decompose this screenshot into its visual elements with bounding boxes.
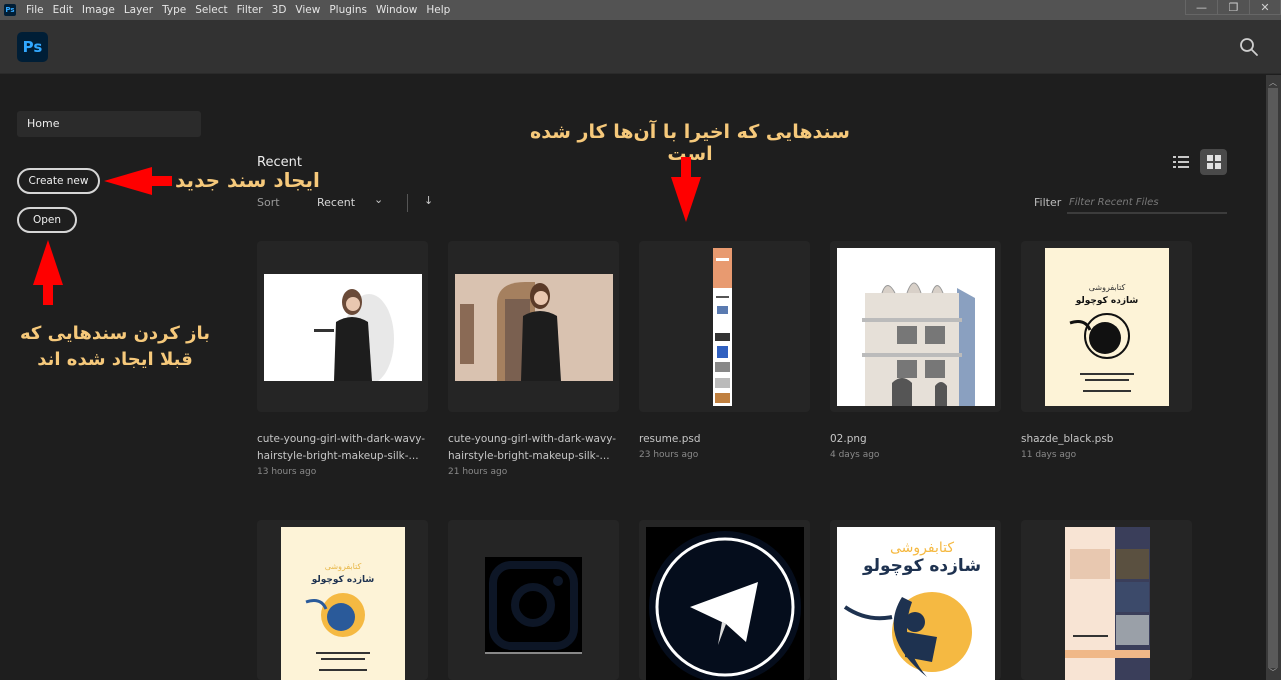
- scroll-down-icon[interactable]: ﹀: [1269, 667, 1277, 678]
- thumbnail-girl-white: [264, 274, 422, 381]
- thumb-text-title: کتابفروشی: [1089, 283, 1126, 292]
- thumbnail-bookstore-logo: کتابفروشی شازده کوچولو: [837, 527, 995, 680]
- sort-direction-icon[interactable]: ↓: [424, 194, 433, 207]
- scrollbar-thumb[interactable]: [1268, 88, 1278, 668]
- file-card-2[interactable]: [448, 241, 619, 412]
- file-card-10[interactable]: [1021, 520, 1192, 680]
- window-controls: — ❐ ✕: [1185, 0, 1281, 20]
- file-name[interactable]: shazde_black.psb: [1021, 431, 1196, 448]
- thumb-text-title: کتابفروشی: [325, 562, 362, 571]
- file-time: 21 hours ago: [448, 467, 508, 477]
- thumbnail-bookstore-color: کتابفروشی شازده کوچولو: [281, 527, 405, 680]
- file-card-4[interactable]: [830, 241, 1001, 412]
- file-name[interactable]: 02.png: [830, 431, 1005, 448]
- file-name-line1: cute-young-girl-with-dark-wavy-: [448, 433, 617, 445]
- annotation-arrow-down-icon: [671, 157, 701, 222]
- photoshop-logo[interactable]: Ps: [17, 32, 48, 62]
- menu-view[interactable]: View: [295, 4, 320, 16]
- minimize-button[interactable]: —: [1185, 0, 1217, 15]
- sidebar-item-home[interactable]: Home: [17, 111, 201, 137]
- file-card-1[interactable]: [257, 241, 428, 412]
- file-card-5[interactable]: کتابفروشی شازده کوچولو: [1021, 241, 1192, 412]
- menu-help[interactable]: Help: [426, 4, 450, 16]
- menu-type[interactable]: Type: [162, 4, 186, 16]
- sort-label: Sort: [257, 196, 280, 209]
- scroll-up-icon[interactable]: ︿: [1269, 77, 1277, 88]
- file-card-8[interactable]: [639, 520, 810, 680]
- file-name-line2: hairstyle-bright-makeup-silk-...: [257, 450, 419, 462]
- thumb-text-name: شازده کوچولو: [311, 575, 375, 585]
- file-name[interactable]: resume.psd: [639, 431, 814, 448]
- menu-window[interactable]: Window: [376, 4, 417, 16]
- annotation-arrow-up-icon: [33, 240, 63, 305]
- sort-dropdown[interactable]: Recent: [317, 196, 355, 209]
- file-time: 4 days ago: [830, 450, 880, 460]
- thumb-text-name: شازده کوچولو: [862, 556, 981, 576]
- thumbnail-telegram: [646, 527, 804, 680]
- sort-divider: [407, 194, 408, 212]
- file-time: 11 days ago: [1021, 450, 1077, 460]
- file-card-3[interactable]: [639, 241, 810, 412]
- file-name[interactable]: cute-young-girl-with-dark-wavy-hairstyle…: [257, 431, 432, 465]
- thumbnail-building: [837, 248, 995, 406]
- ps-app-icon[interactable]: Ps: [4, 4, 16, 16]
- menu-edit[interactable]: Edit: [53, 4, 73, 16]
- file-name-line1: cute-young-girl-with-dark-wavy-: [257, 433, 426, 445]
- file-time: 23 hours ago: [639, 450, 699, 460]
- thumbnail-bookstore-black: کتابفروشی شازده کوچولو: [1045, 248, 1169, 406]
- create-new-button[interactable]: Create new: [17, 168, 100, 194]
- annotation-create-new: ایجاد سند جدید: [175, 168, 320, 192]
- menu-file[interactable]: File: [26, 4, 44, 16]
- chevron-down-icon[interactable]: ⌄: [374, 193, 383, 206]
- thumbnail-interior-brochure: [1065, 527, 1150, 680]
- menu-3d[interactable]: 3D: [272, 4, 287, 16]
- menu-layer[interactable]: Layer: [124, 4, 153, 16]
- file-time: 13 hours ago: [257, 467, 317, 477]
- annotation-open-line1: باز کردن سندهایی که: [20, 323, 210, 344]
- filter-label: Filter: [1034, 196, 1062, 209]
- file-card-9[interactable]: کتابفروشی شازده کوچولو: [830, 520, 1001, 680]
- menu-filter[interactable]: Filter: [237, 4, 263, 16]
- annotation-open: باز کردن سندهایی که قبلا ایجاد شده اند: [10, 321, 220, 373]
- list-view-icon[interactable]: [1171, 152, 1191, 172]
- thumbnail-resume: [713, 248, 732, 406]
- annotation-arrow-left-icon: [104, 167, 172, 195]
- close-button[interactable]: ✕: [1249, 0, 1281, 15]
- filter-input[interactable]: [1067, 192, 1227, 214]
- restore-button[interactable]: ❐: [1217, 0, 1249, 15]
- grid-view-button[interactable]: [1200, 149, 1227, 175]
- vertical-scrollbar[interactable]: ︿ ﹀: [1266, 75, 1281, 680]
- file-name[interactable]: cute-young-girl-with-dark-wavy-hairstyle…: [448, 431, 623, 465]
- search-icon[interactable]: [1239, 37, 1259, 57]
- thumbnail-instagram: [485, 557, 582, 654]
- open-button[interactable]: Open: [17, 207, 77, 233]
- menu-plugins[interactable]: Plugins: [329, 4, 367, 16]
- thumb-text-title: کتابفروشی: [890, 540, 954, 556]
- grid-view-icon: [1206, 155, 1221, 169]
- file-card-6[interactable]: کتابفروشی شازده کوچولو: [257, 520, 428, 680]
- menu-image[interactable]: Image: [82, 4, 115, 16]
- menu-bar: Ps File Edit Image Layer Type Select Fil…: [0, 0, 1281, 20]
- app-header: Ps: [0, 20, 1281, 74]
- file-card-7[interactable]: [448, 520, 619, 680]
- file-name-line2: hairstyle-bright-makeup-silk-...: [448, 450, 610, 462]
- thumbnail-girl-wall: [455, 274, 613, 381]
- menu-select[interactable]: Select: [195, 4, 227, 16]
- annotation-open-line2: قبلا ایجاد شده اند: [37, 349, 193, 370]
- thumb-text-name: شازده کوچولو: [1075, 296, 1139, 306]
